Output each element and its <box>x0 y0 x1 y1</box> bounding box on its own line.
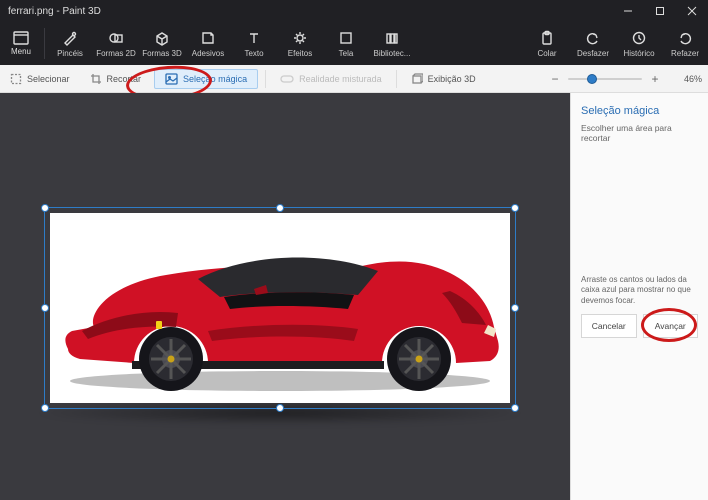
menu-icon <box>13 31 29 45</box>
mixed-reality-icon <box>280 73 294 85</box>
tab-label: Formas 2D <box>96 49 136 58</box>
view3d-icon <box>411 73 423 85</box>
separator <box>396 70 397 88</box>
selection-handle-top-right[interactable] <box>511 204 519 212</box>
window-titlebar: ferrari.png - Paint 3D <box>0 0 708 22</box>
select-button[interactable]: Selecionar <box>0 65 80 92</box>
selection-handle-bottom-left[interactable] <box>41 404 49 412</box>
main-area: Seleção mágica Escolher uma área para re… <box>0 93 708 500</box>
redo-icon <box>677 30 693 46</box>
canvas[interactable] <box>50 213 510 403</box>
shapes2d-icon <box>108 30 124 46</box>
ribbon: Menu Pincéis Formas 2D Formas 3D Adesivo… <box>0 22 708 65</box>
tab-label: Adesivos <box>192 49 224 58</box>
tab-shapes-3d[interactable]: Formas 3D <box>139 22 185 65</box>
mixed-reality-button[interactable]: Realidade misturada <box>270 65 392 92</box>
shapes3d-icon <box>154 30 170 46</box>
tab-label: Tela <box>339 49 354 58</box>
crop-icon <box>90 73 102 85</box>
magic-select-icon <box>165 73 178 85</box>
window-maximize-button[interactable] <box>644 0 676 22</box>
paste-icon <box>539 30 555 46</box>
button-label: Cancelar <box>592 321 626 331</box>
separator <box>44 28 45 59</box>
view-3d-button[interactable]: Exibição 3D <box>401 65 486 92</box>
canvas-image <box>58 231 502 393</box>
ribbon-tabs: Pincéis Formas 2D Formas 3D Adesivos Tex… <box>47 22 708 65</box>
next-button[interactable]: Avançar <box>643 314 699 338</box>
magic-select-button[interactable]: Seleção mágica <box>154 69 258 89</box>
undo-icon <box>585 30 601 46</box>
tab-text[interactable]: Texto <box>231 22 277 65</box>
action-label: Histórico <box>623 49 654 58</box>
panel-hint: Arraste os cantos ou lados da caixa azul… <box>581 275 698 306</box>
action-label: Refazer <box>671 49 699 58</box>
window-close-button[interactable] <box>676 0 708 22</box>
tab-canvas[interactable]: Tela <box>323 22 369 65</box>
tab-stickers[interactable]: Adesivos <box>185 22 231 65</box>
crop-button[interactable]: Recortar <box>80 65 152 92</box>
tab-label: Formas 3D <box>142 49 182 58</box>
history-icon <box>631 30 647 46</box>
magic-select-panel: Seleção mágica Escolher uma área para re… <box>570 93 708 500</box>
tab-label: Bibliotec... <box>374 49 411 58</box>
selection-handle-middle-right[interactable] <box>511 304 519 312</box>
zoom-out-button[interactable]: − <box>548 72 562 86</box>
tab-label: Pincéis <box>57 49 83 58</box>
sub-label: Recortar <box>107 74 142 84</box>
selection-handle-bottom-right[interactable] <box>511 404 519 412</box>
zoom-value: 46% <box>668 74 702 84</box>
selection-handle-top-left[interactable] <box>41 204 49 212</box>
brush-icon <box>62 30 78 46</box>
menu-button[interactable]: Menu <box>0 22 42 65</box>
history-button[interactable]: Histórico <box>616 22 662 65</box>
redo-button[interactable]: Refazer <box>662 22 708 65</box>
select-icon <box>10 73 22 85</box>
text-icon <box>246 30 262 46</box>
sub-label: Exibição 3D <box>428 74 476 84</box>
panel-title: Seleção mágica <box>581 105 698 117</box>
tab-label: Texto <box>244 49 263 58</box>
selection-handle-bottom-center[interactable] <box>276 404 284 412</box>
menu-label: Menu <box>11 47 31 56</box>
action-label: Desfazer <box>577 49 609 58</box>
sub-label: Realidade misturada <box>299 74 382 84</box>
zoom-slider[interactable] <box>568 78 642 80</box>
undo-button[interactable]: Desfazer <box>570 22 616 65</box>
canvas-icon <box>338 30 354 46</box>
paste-button[interactable]: Colar <box>524 22 570 65</box>
sub-toolbar: Selecionar Recortar Seleção mágica Reali… <box>0 65 708 93</box>
library-icon <box>384 30 400 46</box>
cancel-button[interactable]: Cancelar <box>581 314 637 338</box>
window-title: ferrari.png - Paint 3D <box>0 6 612 17</box>
sub-label: Seleção mágica <box>183 74 247 84</box>
window-minimize-button[interactable] <box>612 0 644 22</box>
tab-label: Efeitos <box>288 49 312 58</box>
tab-brushes[interactable]: Pincéis <box>47 22 93 65</box>
tab-shapes-2d[interactable]: Formas 2D <box>93 22 139 65</box>
button-label: Avançar <box>655 321 686 331</box>
canvas-area[interactable] <box>0 93 570 500</box>
zoom-slider-thumb[interactable] <box>587 74 597 84</box>
panel-subtitle: Escolher uma área para recortar <box>581 123 698 143</box>
action-label: Colar <box>537 49 556 58</box>
stickers-icon <box>200 30 216 46</box>
separator <box>265 70 266 88</box>
selection-handle-middle-left[interactable] <box>41 304 49 312</box>
tab-library[interactable]: Bibliotec... <box>369 22 415 65</box>
sub-label: Selecionar <box>27 74 70 84</box>
zoom-control: − + 46% <box>548 72 708 86</box>
tab-effects[interactable]: Efeitos <box>277 22 323 65</box>
effects-icon <box>292 30 308 46</box>
selection-handle-top-center[interactable] <box>276 204 284 212</box>
zoom-in-button[interactable]: + <box>648 72 662 86</box>
